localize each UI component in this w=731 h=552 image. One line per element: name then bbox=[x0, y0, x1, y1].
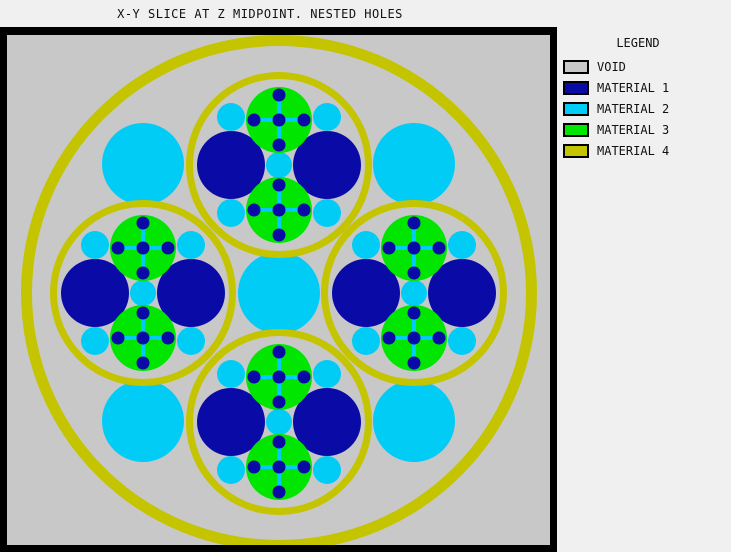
material-1-pin bbox=[272, 345, 286, 359]
material-2-swatch bbox=[563, 101, 589, 116]
material-1-pin bbox=[432, 241, 446, 255]
material-1-pin bbox=[272, 138, 286, 152]
material-1-pin bbox=[297, 203, 311, 217]
material-1-pin bbox=[407, 306, 421, 320]
material-1-pin bbox=[247, 370, 261, 384]
unit-center-hole bbox=[130, 280, 156, 306]
material-1-pin bbox=[161, 331, 175, 345]
material-1-pin bbox=[272, 88, 286, 102]
material-1-pin bbox=[407, 356, 421, 370]
material-1-pin bbox=[136, 331, 150, 345]
unit-small-hole bbox=[448, 231, 476, 259]
material-1-pin bbox=[272, 228, 286, 242]
unit-small-hole bbox=[352, 231, 380, 259]
corner-hole bbox=[102, 123, 184, 205]
unit-small-hole bbox=[217, 199, 245, 227]
void-swatch bbox=[563, 59, 589, 74]
material-1-pin bbox=[297, 113, 311, 127]
center-hole bbox=[238, 252, 320, 334]
material-1-pin bbox=[111, 331, 125, 345]
material-1-swatch bbox=[563, 80, 589, 95]
material-1-pin bbox=[432, 331, 446, 345]
unit-small-hole bbox=[313, 456, 341, 484]
material-1-pin bbox=[136, 241, 150, 255]
material-1-pin bbox=[272, 395, 286, 409]
legend-title: LEGEND bbox=[616, 36, 660, 50]
legend-item: MATERIAL 2 bbox=[563, 98, 723, 119]
legend-label: VOID bbox=[597, 59, 626, 74]
unit-small-hole bbox=[81, 327, 109, 355]
material-1-pin bbox=[136, 356, 150, 370]
unit-center-hole bbox=[266, 409, 292, 435]
legend-label: MATERIAL 4 bbox=[597, 143, 670, 158]
unit-small-hole bbox=[352, 327, 380, 355]
material-1-pin bbox=[297, 460, 311, 474]
unit-small-hole bbox=[177, 231, 205, 259]
material-1-pin bbox=[247, 203, 261, 217]
unit-small-hole bbox=[217, 103, 245, 131]
corner-hole bbox=[373, 123, 455, 205]
unit-small-hole bbox=[217, 360, 245, 388]
corner-hole bbox=[102, 380, 184, 462]
material-1-pin bbox=[382, 241, 396, 255]
legend-item: MATERIAL 3 bbox=[563, 119, 723, 140]
material-1-pin bbox=[272, 203, 286, 217]
corner-hole bbox=[373, 380, 455, 462]
material-1-pin bbox=[111, 241, 125, 255]
unit-small-hole bbox=[448, 327, 476, 355]
material-1-pin bbox=[272, 460, 286, 474]
unit-small-hole bbox=[313, 103, 341, 131]
material-1-pin bbox=[407, 241, 421, 255]
material-1-pin bbox=[272, 178, 286, 192]
material-1-pin bbox=[407, 216, 421, 230]
material-1-pin bbox=[407, 266, 421, 280]
unit-center-hole bbox=[401, 280, 427, 306]
material-1-pin bbox=[407, 331, 421, 345]
material-1-pin bbox=[272, 435, 286, 449]
material-4-swatch bbox=[563, 143, 589, 158]
legend-item: VOID bbox=[563, 56, 723, 77]
unit-small-hole bbox=[313, 360, 341, 388]
unit-small-hole bbox=[81, 231, 109, 259]
unit-center-hole bbox=[266, 152, 292, 178]
legend-label: MATERIAL 1 bbox=[597, 80, 670, 95]
legend: LEGEND VOID MATERIAL 1 MATERIAL 2 MATERIAL … bbox=[563, 36, 723, 161]
material-1-pin bbox=[272, 113, 286, 127]
material-1-pin bbox=[136, 216, 150, 230]
unit-small-hole bbox=[177, 327, 205, 355]
material-1-pin bbox=[247, 113, 261, 127]
legend-item: MATERIAL 4 bbox=[563, 140, 723, 161]
material-1-pin bbox=[136, 306, 150, 320]
unit-small-hole bbox=[313, 199, 341, 227]
material-1-pin bbox=[161, 241, 175, 255]
material-3-swatch bbox=[563, 122, 589, 137]
slice-plot bbox=[7, 35, 550, 545]
material-1-pin bbox=[297, 370, 311, 384]
material-1-pin bbox=[136, 266, 150, 280]
legend-item: MATERIAL 1 bbox=[563, 77, 723, 98]
material-1-pin bbox=[247, 460, 261, 474]
material-1-pin bbox=[272, 485, 286, 499]
plot-frame bbox=[0, 27, 557, 552]
material-1-pin bbox=[272, 370, 286, 384]
legend-label: MATERIAL 3 bbox=[597, 122, 670, 137]
legend-label: MATERIAL 2 bbox=[597, 101, 670, 116]
unit-small-hole bbox=[217, 456, 245, 484]
plot-title: X-Y SLICE AT Z MIDPOINT. NESTED HOLES bbox=[117, 7, 403, 21]
material-1-pin bbox=[382, 331, 396, 345]
